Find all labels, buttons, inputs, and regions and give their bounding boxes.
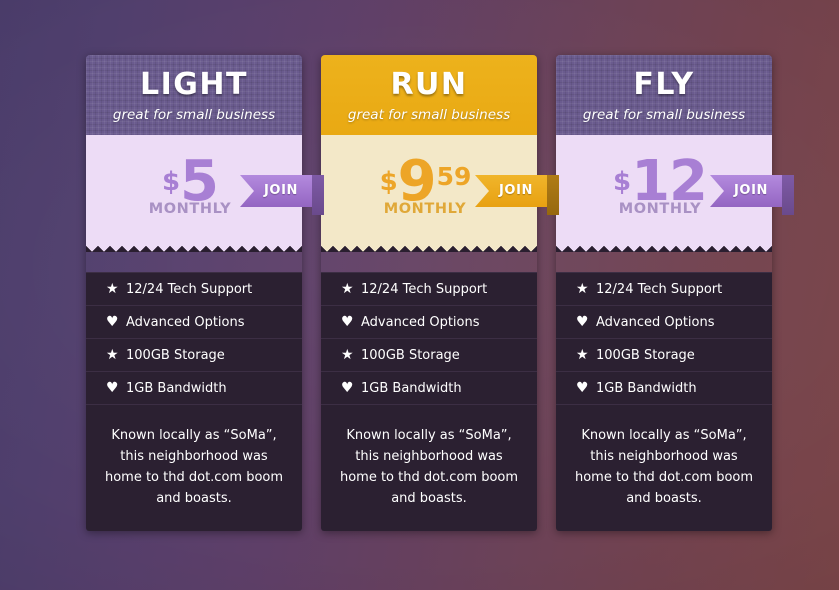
star-icon: ★ bbox=[341, 347, 354, 363]
price-panel: $959 MONTHLY JOIN bbox=[321, 135, 559, 243]
heart-icon: ♥ bbox=[106, 314, 119, 330]
feature-label: Advanced Options bbox=[126, 314, 245, 330]
heart-icon: ♥ bbox=[106, 380, 119, 396]
feature-item: ♥ 1GB Bandwidth bbox=[556, 372, 772, 405]
star-icon: ★ bbox=[106, 347, 119, 363]
join-button[interactable]: JOIN bbox=[240, 175, 312, 207]
billing-period-label: MONTHLY bbox=[383, 201, 467, 217]
feature-item: ★ 100GB Storage bbox=[86, 339, 302, 372]
card-description: Known locally as “SoMa”, this neighborho… bbox=[339, 428, 519, 506]
star-icon: ★ bbox=[341, 281, 354, 297]
feature-item: ♥ 1GB Bandwidth bbox=[321, 372, 537, 405]
currency-symbol: $ bbox=[161, 167, 181, 197]
price-value: $959 MONTHLY bbox=[379, 153, 479, 218]
feature-item: ★ 12/24 Tech Support bbox=[86, 272, 302, 306]
currency-symbol: $ bbox=[612, 167, 632, 197]
price-cents: 59 bbox=[436, 162, 472, 191]
feature-label: 12/24 Tech Support bbox=[596, 281, 723, 297]
price-value: $5 MONTHLY bbox=[148, 153, 240, 218]
feature-item: ★ 12/24 Tech Support bbox=[321, 272, 537, 306]
pricing-card-light: LIGHT great for small business $5 MONTHLY JO… bbox=[86, 55, 324, 531]
feature-item: ★ 100GB Storage bbox=[556, 339, 772, 372]
join-button[interactable]: JOIN bbox=[475, 175, 547, 207]
billing-period-label: MONTHLY bbox=[618, 201, 702, 217]
feature-label: 1GB Bandwidth bbox=[361, 380, 462, 396]
feature-item: ♥ Advanced Options bbox=[556, 306, 772, 339]
card-header: FLY great for small business bbox=[556, 55, 772, 135]
heart-icon: ♥ bbox=[341, 380, 354, 396]
card-body: ★ 12/24 Tech Support ♥ Advanced Options ★ 100… bbox=[86, 272, 302, 531]
card-body: ★ 12/24 Tech Support ♥ Advanced Options ★ 100… bbox=[556, 272, 772, 531]
feature-item: ♥ Advanced Options bbox=[321, 306, 537, 339]
heart-icon: ♥ bbox=[576, 314, 589, 330]
heart-icon: ♥ bbox=[341, 314, 354, 330]
card-header: LIGHT great for small business bbox=[86, 55, 302, 135]
feature-item: ♥ Advanced Options bbox=[86, 306, 302, 339]
feature-list: ★ 12/24 Tech Support ♥ Advanced Options ★ 100… bbox=[86, 272, 302, 405]
card-description: Known locally as “SoMa”, this neighborho… bbox=[104, 428, 284, 506]
feature-label: 100GB Storage bbox=[126, 347, 225, 363]
feature-label: 12/24 Tech Support bbox=[361, 281, 488, 297]
feature-label: 1GB Bandwidth bbox=[596, 380, 697, 396]
feature-label: 12/24 Tech Support bbox=[126, 281, 253, 297]
card-body: ★ 12/24 Tech Support ♥ Advanced Options ★ 100… bbox=[321, 272, 537, 531]
plan-tagline: great for small business bbox=[347, 107, 511, 123]
zigzag-divider bbox=[86, 242, 302, 252]
feature-item: ♥ 1GB Bandwidth bbox=[86, 372, 302, 405]
price-panel: $5 MONTHLY JOIN bbox=[86, 135, 324, 243]
plan-name: RUN bbox=[390, 67, 468, 102]
pricing-card-fly: FLY great for small business $12 MONTHLY JOI… bbox=[556, 55, 794, 531]
feature-label: 100GB Storage bbox=[361, 347, 460, 363]
price-panel: $12 MONTHLY JOIN bbox=[556, 135, 794, 243]
join-ribbon[interactable]: JOIN bbox=[240, 175, 324, 215]
card-header: RUN great for small business bbox=[321, 55, 537, 135]
currency-symbol: $ bbox=[379, 167, 398, 197]
ribbon-fold-icon bbox=[782, 175, 794, 215]
star-icon: ★ bbox=[576, 347, 589, 363]
card-description: Known locally as “SoMa”, this neighborho… bbox=[574, 428, 754, 506]
join-button[interactable]: JOIN bbox=[710, 175, 782, 207]
zigzag-divider bbox=[556, 242, 772, 252]
plan-tagline: great for small business bbox=[112, 107, 276, 123]
feature-label: Advanced Options bbox=[361, 314, 480, 330]
feature-item: ★ 100GB Storage bbox=[321, 339, 537, 372]
plan-tagline: great for small business bbox=[582, 107, 746, 123]
feature-item: ★ 12/24 Tech Support bbox=[556, 272, 772, 306]
join-ribbon[interactable]: JOIN bbox=[710, 175, 794, 215]
plan-name: FLY bbox=[633, 67, 695, 102]
billing-period-label: MONTHLY bbox=[148, 201, 232, 217]
join-ribbon[interactable]: JOIN bbox=[475, 175, 559, 215]
price-value: $12 MONTHLY bbox=[612, 153, 715, 218]
plan-name: LIGHT bbox=[140, 67, 248, 102]
star-icon: ★ bbox=[576, 281, 589, 297]
star-icon: ★ bbox=[106, 281, 119, 297]
feature-list: ★ 12/24 Tech Support ♥ Advanced Options ★ 100… bbox=[556, 272, 772, 405]
feature-label: 1GB Bandwidth bbox=[126, 380, 227, 396]
heart-icon: ♥ bbox=[576, 380, 589, 396]
pricing-card-run: RUN great for small business $959 MONTHLY JO… bbox=[321, 55, 559, 531]
ribbon-fold-icon bbox=[547, 175, 559, 215]
feature-label: Advanced Options bbox=[596, 314, 715, 330]
feature-list: ★ 12/24 Tech Support ♥ Advanced Options ★ 100… bbox=[321, 272, 537, 405]
pricing-table: LIGHT great for small business $5 MONTHLY JO… bbox=[86, 55, 794, 531]
feature-label: 100GB Storage bbox=[596, 347, 695, 363]
zigzag-divider bbox=[321, 242, 537, 252]
ribbon-fold-icon bbox=[312, 175, 324, 215]
